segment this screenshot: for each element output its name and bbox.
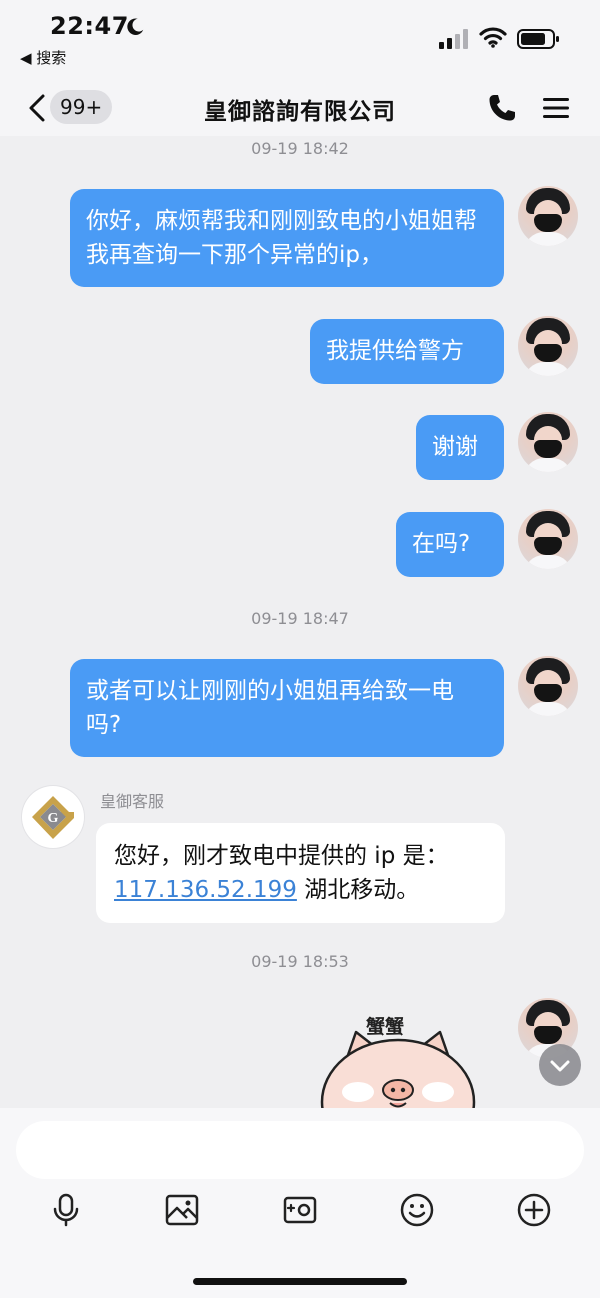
- microphone-icon[interactable]: [48, 1192, 84, 1228]
- message-bubble-outgoing[interactable]: 在吗?: [396, 512, 504, 577]
- back-to-search-link[interactable]: ◀ 搜索: [20, 47, 66, 68]
- message-bubble-outgoing[interactable]: 我提供给警方: [310, 319, 504, 384]
- status-bar: 22:47 ◀ 搜索: [0, 0, 600, 80]
- battery-icon: [517, 29, 559, 49]
- message-bubble-incoming[interactable]: 您好，刚才致电中提供的 ip 是： 117.136.52.199 湖北移动。: [96, 823, 505, 923]
- message-bubble-outgoing[interactable]: 谢谢: [416, 415, 504, 480]
- wifi-icon: [479, 27, 507, 48]
- company-logo-avatar[interactable]: G: [22, 786, 84, 848]
- my-avatar[interactable]: [518, 316, 578, 376]
- image-icon[interactable]: [164, 1192, 200, 1228]
- svg-text:G: G: [48, 811, 59, 826]
- status-time: 22:47: [50, 12, 129, 40]
- pig-sticker-image[interactable]: [318, 1010, 478, 1110]
- camera-icon[interactable]: [282, 1192, 318, 1228]
- reply-text: 您好，刚才致电中提供的 ip 是：: [114, 843, 449, 869]
- my-avatar[interactable]: [518, 509, 578, 569]
- scroll-to-bottom-button[interactable]: [539, 1044, 581, 1086]
- signal-icon: [439, 29, 468, 49]
- home-indicator[interactable]: [193, 1278, 407, 1285]
- phone-icon[interactable]: [486, 92, 518, 124]
- plus-icon[interactable]: [516, 1192, 552, 1228]
- message-bubble-outgoing[interactable]: 或者可以让刚刚的小姐姐再给致一电吗?: [70, 659, 504, 757]
- message-input[interactable]: [16, 1121, 584, 1179]
- moon-icon: [127, 18, 144, 35]
- company-logo-icon: G: [32, 796, 74, 839]
- message-bubble-outgoing[interactable]: 你好，麻烦帮我和刚刚致电的小姐姐帮我再查询一下那个异常的ip，: [70, 189, 504, 287]
- timestamp: 09-19 18:53: [251, 952, 349, 971]
- my-avatar[interactable]: [518, 656, 578, 716]
- chevron-down-icon: [550, 1060, 570, 1072]
- ip-address-link[interactable]: 117.136.52.199: [114, 877, 297, 903]
- timestamp: 09-19 18:47: [251, 609, 349, 628]
- reply-text-suffix: 湖北移动。: [296, 877, 420, 903]
- menu-icon[interactable]: [540, 92, 572, 124]
- chat-header: 99+ 皇御諮詢有限公司: [0, 80, 600, 136]
- message-composer: [0, 1108, 600, 1298]
- my-avatar[interactable]: [518, 186, 578, 246]
- my-avatar[interactable]: [518, 412, 578, 472]
- emoji-icon[interactable]: [399, 1192, 435, 1228]
- timestamp: 09-19 18:42: [251, 139, 349, 158]
- sender-name: 皇御客服: [100, 792, 165, 811]
